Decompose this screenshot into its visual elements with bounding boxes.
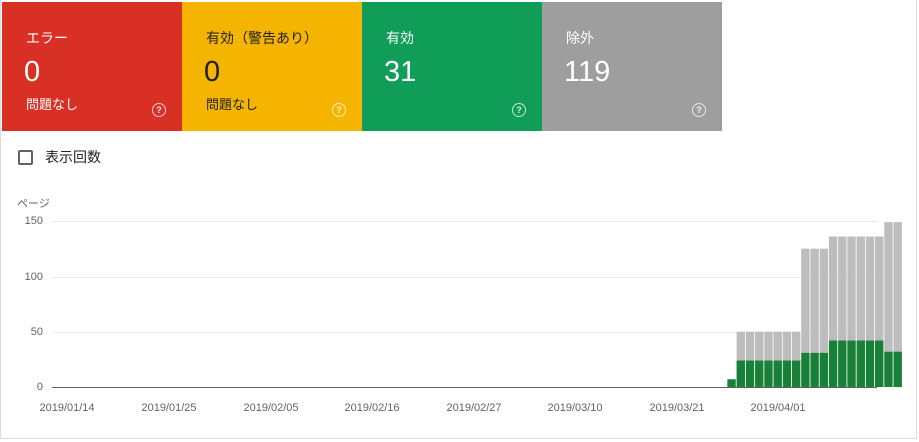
bar-segment <box>773 331 782 361</box>
bar-segment <box>893 351 902 387</box>
bar-segment <box>838 340 847 387</box>
x-tick-label: 2019/03/10 <box>547 402 603 414</box>
bar-segment <box>856 340 865 387</box>
bar-segment <box>755 360 764 387</box>
bar-segment <box>745 360 755 387</box>
bar-segment <box>782 360 792 387</box>
bar-segment <box>875 236 884 341</box>
bar-segment <box>755 331 764 361</box>
bar-segment <box>847 340 856 387</box>
x-tick-label: 2019/02/27 <box>446 402 502 414</box>
bar-segment <box>847 236 856 341</box>
x-tick-label: 2019/01/14 <box>39 402 95 414</box>
x-tick-label: 2019/02/16 <box>344 402 400 414</box>
bar-segment <box>828 236 838 341</box>
x-tick-label: 2019/02/05 <box>243 402 299 414</box>
bar-segment <box>819 248 829 353</box>
bar-segment <box>801 352 810 387</box>
bar-segment <box>838 236 847 341</box>
bar-segment <box>819 352 829 387</box>
bar-segment <box>736 360 745 387</box>
bar-segment <box>727 379 736 387</box>
bar-segment <box>865 340 875 387</box>
coverage-chart <box>727 222 902 387</box>
x-tick-label: 2019/01/25 <box>141 402 197 414</box>
x-axis <box>52 387 877 388</box>
bar-segment <box>745 331 755 361</box>
bar-segment <box>856 236 865 341</box>
bar-segment <box>865 236 875 341</box>
x-tick-label: 2019/04/01 <box>750 402 806 414</box>
x-tick-label: 2019/03/21 <box>649 402 705 414</box>
bar-segment <box>782 331 792 361</box>
bar-segment <box>884 351 893 387</box>
bar-segment <box>791 331 801 361</box>
bar-segment <box>875 340 884 387</box>
bar-segment <box>801 248 810 353</box>
bar-segment <box>893 222 902 352</box>
bar-segment <box>736 331 745 361</box>
bar-segment <box>884 222 893 352</box>
bar-segment <box>773 360 782 387</box>
bar-segment <box>791 360 801 387</box>
bar-segment <box>810 248 819 353</box>
bar-segment <box>764 360 773 387</box>
bar-segment <box>764 331 773 361</box>
bar-segment <box>810 352 819 387</box>
bar-segment <box>828 340 838 387</box>
